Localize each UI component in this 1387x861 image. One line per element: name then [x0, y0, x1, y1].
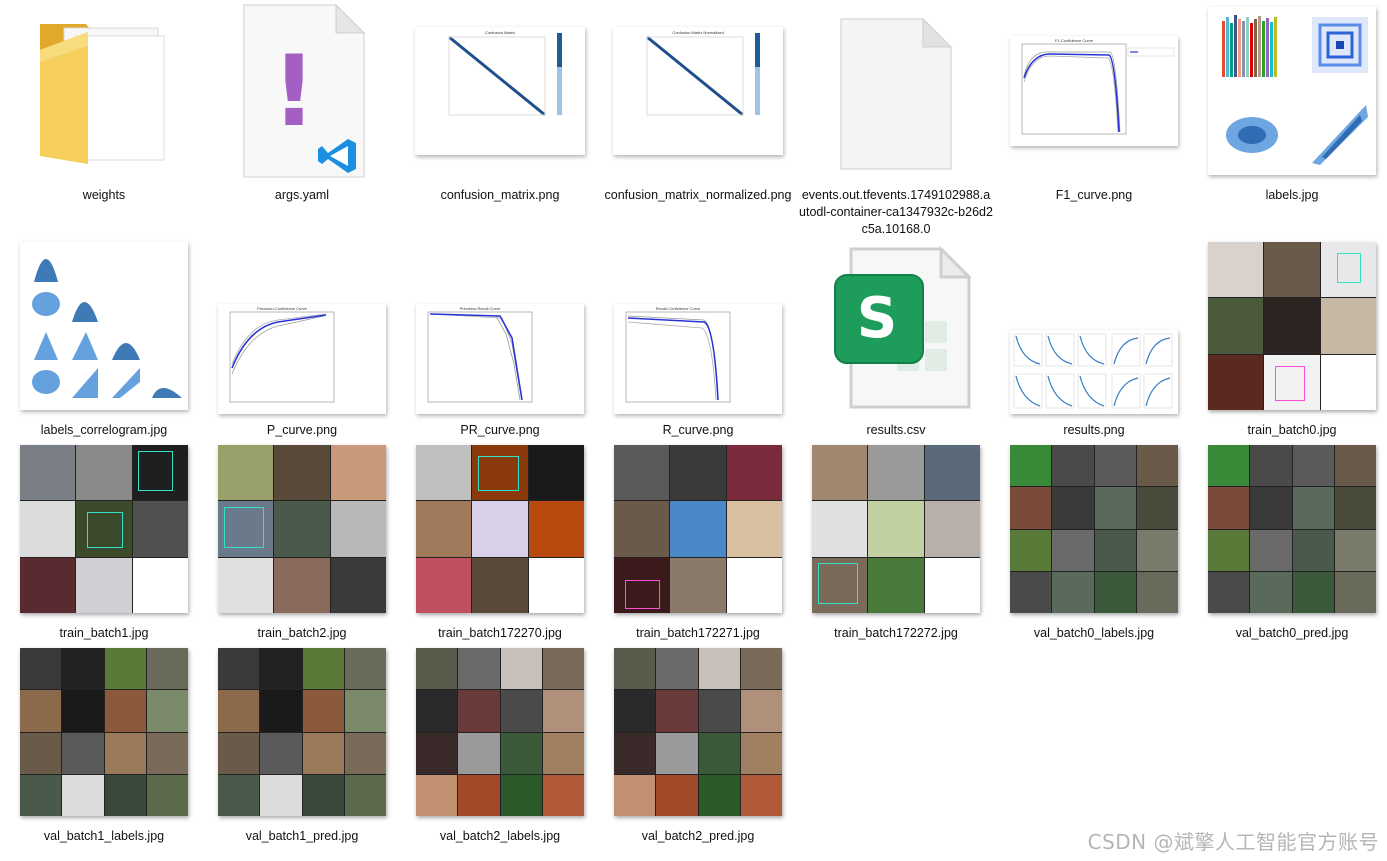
file-name: R_curve.png [662, 423, 734, 437]
blank-file-icon [802, 3, 990, 179]
file-name: train_batch1.jpg [59, 626, 149, 640]
file-name: val_batch2_labels.jpg [439, 829, 561, 843]
val-batch2-labels-thumbnail [416, 648, 584, 816]
file-name: results.png [1063, 423, 1125, 437]
file-name: train_batch0.jpg [1247, 423, 1337, 437]
file-name: confusion_matrix_normalized.png [604, 188, 792, 202]
file-name: val_batch2_pred.jpg [641, 829, 755, 843]
file-item-val-batch0-pred[interactable]: val_batch0_pred.jpg [1193, 441, 1387, 642]
file-name: P_curve.png [266, 423, 338, 437]
file-item-train-batch172271[interactable]: train_batch172271.jpg [599, 441, 797, 642]
file-name: args.yaml [274, 188, 330, 202]
file-item-train-batch172272[interactable]: train_batch172272.jpg [797, 441, 995, 642]
file-name: F1_curve.png [1055, 188, 1133, 202]
svg-text:Precision-Confidence Curve: Precision-Confidence Curve [257, 306, 308, 311]
train-batch172271-thumbnail [614, 445, 782, 613]
file-name: val_batch1_labels.jpg [43, 829, 165, 843]
file-item-f1-curve[interactable]: F1-Confidence Curve F1_curve.png [995, 3, 1193, 204]
file-item-results-png[interactable]: results.png [995, 238, 1193, 439]
yaml-exclamation-glyph: ! [272, 35, 317, 149]
val-batch1-labels-thumbnail [20, 648, 188, 816]
file-name: weights [82, 188, 126, 202]
pr-curve-thumbnail: Precision-Recall Curve [416, 304, 584, 414]
file-item-train-batch172270[interactable]: train_batch172270.jpg [401, 441, 599, 642]
file-name: confusion_matrix.png [440, 188, 560, 202]
svg-text:Confusion Matrix Normalized: Confusion Matrix Normalized [672, 30, 723, 35]
train-batch172270-thumbnail [416, 445, 584, 613]
svg-text:Recall-Confidence Curve: Recall-Confidence Curve [656, 306, 701, 311]
confusion-matrix-normalized-thumbnail: Confusion Matrix Normalized [613, 27, 783, 155]
train-batch0-thumbnail [1208, 242, 1376, 410]
file-name: val_batch0_pred.jpg [1235, 626, 1349, 640]
confusion-matrix-thumbnail: Confusion Matrix [415, 27, 585, 155]
file-item-train-batch2[interactable]: train_batch2.jpg [203, 441, 401, 642]
p-curve-thumbnail: Precision-Confidence Curve [218, 304, 386, 414]
svg-text:Confusion Matrix: Confusion Matrix [485, 30, 515, 35]
file-item-weights[interactable]: weights [5, 3, 203, 204]
file-name: events.out.tfevents.1749102988.autodl-co… [799, 188, 993, 236]
file-item-tfevents[interactable]: events.out.tfevents.1749102988.autodl-co… [797, 3, 995, 238]
train-batch1-thumbnail [20, 445, 188, 613]
file-item-r-curve[interactable]: Recall-Confidence Curve R_curve.png [599, 238, 797, 439]
file-item-labels-correlogram[interactable]: labels_correlogram.jpg [5, 238, 203, 439]
file-name: train_batch172272.jpg [834, 626, 958, 640]
watermark-text: CSDN @斌擎人工智能官方账号 [1087, 830, 1379, 854]
file-item-results-csv[interactable]: S results.csv [797, 238, 995, 439]
val-batch2-pred-thumbnail [614, 648, 782, 816]
file-name: val_batch0_labels.jpg [1033, 626, 1155, 640]
val-batch1-pred-thumbnail [218, 648, 386, 816]
labels-thumbnail [1208, 7, 1376, 175]
file-item-confusion-matrix[interactable]: Confusion Matrix confusion_matrix.png [401, 3, 599, 204]
file-item-args-yaml[interactable]: ! args.yaml [203, 3, 401, 204]
svg-text:Precision-Recall Curve: Precision-Recall Curve [460, 306, 501, 311]
file-name: labels.jpg [1265, 188, 1319, 202]
file-item-val-batch1-labels[interactable]: val_batch1_labels.jpg [5, 644, 203, 845]
file-name: train_batch2.jpg [257, 626, 347, 640]
file-item-pr-curve[interactable]: Precision-Recall Curve PR_curve.png [401, 238, 599, 439]
svg-text:F1-Confidence Curve: F1-Confidence Curve [1055, 38, 1094, 43]
file-name: train_batch172271.jpg [636, 626, 760, 640]
file-item-train-batch0[interactable]: train_batch0.jpg [1193, 238, 1387, 439]
file-name: labels_correlogram.jpg [40, 423, 168, 437]
file-item-val-batch1-pred[interactable]: val_batch1_pred.jpg [203, 644, 401, 845]
train-batch2-thumbnail [218, 445, 386, 613]
yaml-file-icon: ! [208, 3, 396, 179]
folder-icon [10, 3, 198, 179]
file-item-val-batch2-pred[interactable]: val_batch2_pred.jpg [599, 644, 797, 845]
file-name: results.csv [866, 423, 926, 437]
file-item-confusion-matrix-normalized[interactable]: Confusion Matrix Normalized confusion_ma… [599, 3, 797, 204]
file-item-labels[interactable]: labels.jpg [1193, 3, 1387, 204]
file-name: val_batch1_pred.jpg [245, 829, 359, 843]
val-batch0-pred-thumbnail [1208, 445, 1376, 613]
csv-s-glyph: S [857, 286, 897, 351]
file-item-train-batch1[interactable]: train_batch1.jpg [5, 441, 203, 642]
results-thumbnail [1010, 330, 1178, 414]
file-name: train_batch172270.jpg [438, 626, 562, 640]
file-name: PR_curve.png [460, 423, 540, 437]
spreadsheet-file-icon: S [802, 238, 990, 414]
r-curve-thumbnail: Recall-Confidence Curve [614, 304, 782, 414]
labels-correlogram-thumbnail [20, 242, 188, 410]
file-item-val-batch0-labels[interactable]: val_batch0_labels.jpg [995, 441, 1193, 642]
file-item-val-batch2-labels[interactable]: val_batch2_labels.jpg [401, 644, 599, 845]
val-batch0-labels-thumbnail [1010, 445, 1178, 613]
train-batch172272-thumbnail [812, 445, 980, 613]
f1-curve-thumbnail: F1-Confidence Curve [1010, 36, 1178, 146]
file-item-p-curve[interactable]: Precision-Confidence Curve P_curve.png [203, 238, 401, 439]
